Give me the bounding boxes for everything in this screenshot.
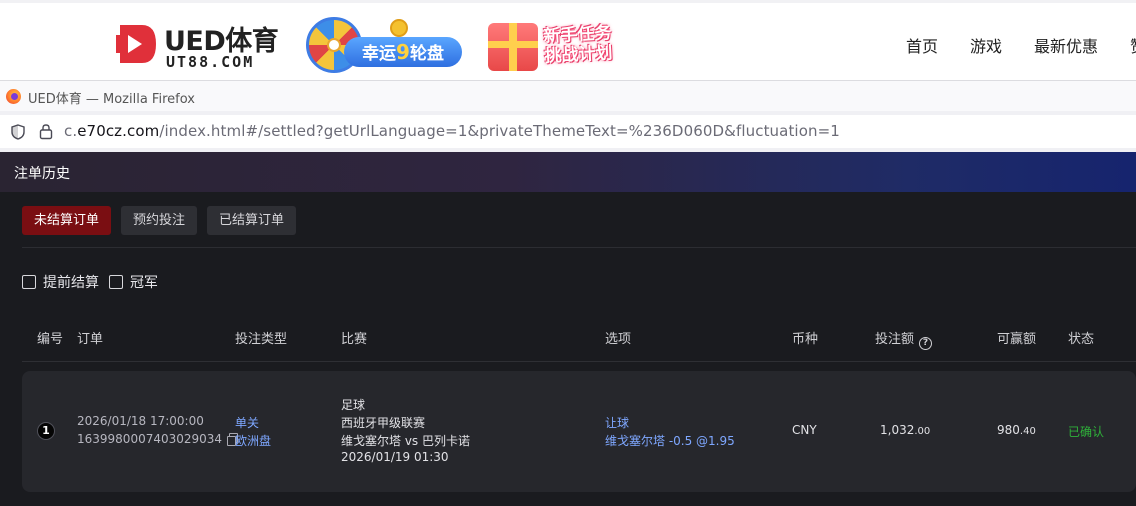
league: 西班牙甲级联赛 bbox=[341, 416, 426, 430]
col-selection: 选项 bbox=[605, 332, 632, 347]
window-title: UED体育 — Mozilla Firefox bbox=[28, 92, 195, 107]
col-stake-label: 投注额 bbox=[875, 332, 915, 347]
col-order: 订单 bbox=[77, 332, 104, 347]
pick: 维戈塞尔塔 -0.5 @1.95 bbox=[605, 434, 735, 448]
table-header: 编号 订单 投注类型 比赛 选项 币种 投注额? 可赢额 状态 bbox=[0, 320, 1136, 360]
tab-settled[interactable]: 已结算订单 bbox=[207, 206, 297, 235]
wheel-hub bbox=[327, 38, 341, 52]
url-path: /index.html#/settled?getUrlLanguage=1&pr… bbox=[159, 122, 840, 140]
url-text[interactable]: c.e70cz.com/index.html#/settled?getUrlLa… bbox=[64, 122, 840, 140]
ued-logo-icon bbox=[116, 25, 156, 63]
nav-item-games[interactable]: 游戏 bbox=[970, 33, 1002, 57]
sport: 足球 bbox=[341, 398, 366, 412]
nav-item-home[interactable]: 首页 bbox=[906, 33, 938, 57]
payout-amount: 980.40 bbox=[997, 423, 1036, 437]
col-currency: 币种 bbox=[792, 332, 819, 347]
bet-history-app: 注单历史 未结算订单 预约投注 已结算订单 提前结算 冠军 编号 订单 投注类型… bbox=[0, 152, 1136, 506]
newbie-task-banner[interactable]: 新手任务 挑战计划 bbox=[488, 15, 668, 77]
col-index: 编号 bbox=[37, 332, 64, 347]
nav-item-sponsor[interactable]: 赞 bbox=[1130, 33, 1136, 57]
shield-icon[interactable] bbox=[10, 124, 26, 140]
match-time: 2026/01/19 01:30 bbox=[341, 450, 449, 464]
stake-int: 1,032 bbox=[880, 423, 915, 437]
url-prefix: c. bbox=[64, 122, 78, 140]
browser-url-bar: c.e70cz.com/index.html#/settled?getUrlLa… bbox=[0, 111, 1136, 152]
filter-bar: 提前结算 冠军 bbox=[22, 272, 168, 292]
order-tabs: 未结算订单 预约投注 已结算订单 bbox=[22, 206, 306, 235]
site-header: UED体育 UT88.COM 幸运9轮盘 新手任务 挑战计划 首页 游戏 最新优… bbox=[0, 0, 1136, 80]
outright-label: 冠军 bbox=[130, 275, 158, 291]
row-index-badge: 1 bbox=[37, 422, 55, 440]
lucky-wheel-banner[interactable]: 幸运9轮盘 bbox=[306, 17, 464, 75]
gift-box-icon bbox=[488, 23, 538, 71]
col-stake: 投注额? bbox=[875, 328, 933, 350]
url-host: e70cz.com bbox=[77, 122, 160, 140]
tab-unsettled[interactable]: 未结算订单 bbox=[22, 206, 112, 235]
order-id: 1639980007403029034 bbox=[77, 432, 239, 446]
odds-type: 欧洲盘 bbox=[235, 434, 272, 448]
lock-icon[interactable] bbox=[38, 123, 54, 140]
coin-icon bbox=[390, 19, 408, 37]
stake-amount: 1,032.00 bbox=[880, 423, 930, 437]
teams: 维戈塞尔塔 vs 巴列卡诺 bbox=[341, 434, 470, 448]
bet-type: 单关 bbox=[235, 416, 260, 430]
nav-item-promotions[interactable]: 最新优惠 bbox=[1034, 33, 1098, 57]
col-payout: 可赢额 bbox=[997, 332, 1037, 347]
outright-checkbox[interactable] bbox=[109, 275, 123, 289]
table-row[interactable]: 1 2026/01/18 17:00:00 163998000740302903… bbox=[22, 371, 1136, 492]
browser-title-bar: UED体育 — Mozilla Firefox bbox=[0, 80, 1136, 111]
site-nav: 首页 游戏 最新优惠 赞 bbox=[906, 33, 1136, 57]
help-icon[interactable]: ? bbox=[919, 337, 933, 350]
order-time: 2026/01/18 17:00:00 bbox=[77, 414, 204, 428]
filter-early-settlement[interactable]: 提前结算 bbox=[22, 272, 99, 292]
tabs-divider bbox=[22, 247, 1136, 248]
page-header: 注单历史 bbox=[0, 152, 1136, 192]
early-settlement-label: 提前结算 bbox=[43, 275, 99, 291]
status-badge: 已确认 bbox=[1068, 425, 1105, 439]
task-banner-line2: 挑战计划 bbox=[544, 43, 614, 67]
lucky-wheel-label: 幸运9轮盘 bbox=[344, 37, 462, 67]
firefox-icon bbox=[6, 89, 21, 104]
page-title: 注单历史 bbox=[14, 166, 70, 182]
early-settlement-checkbox[interactable] bbox=[22, 275, 36, 289]
col-status: 状态 bbox=[1068, 332, 1095, 347]
url-field[interactable]: c.e70cz.com/index.html#/settled?getUrlLa… bbox=[0, 115, 1136, 148]
tab-scheduled[interactable]: 预约投注 bbox=[121, 206, 198, 235]
filter-outright[interactable]: 冠军 bbox=[109, 272, 158, 292]
payout-int: 980 bbox=[997, 423, 1020, 437]
col-bet-type[interactable]: 投注类型 bbox=[235, 328, 287, 347]
payout-dec: .40 bbox=[1019, 426, 1036, 437]
col-match: 比赛 bbox=[341, 332, 368, 347]
header-divider bbox=[22, 361, 1136, 362]
currency: CNY bbox=[792, 423, 817, 437]
logo-subtitle: UT88.COM bbox=[166, 53, 255, 71]
wheel-text-nine: 9 bbox=[396, 40, 410, 64]
order-id-text: 1639980007403029034 bbox=[77, 432, 223, 446]
site-logo[interactable]: UED体育 UT88.COM bbox=[112, 19, 292, 73]
stake-dec: .00 bbox=[914, 426, 931, 437]
task-banner-text: 新手任务 挑战计划 bbox=[543, 23, 613, 67]
market: 让球 bbox=[605, 416, 630, 430]
wheel-text-a: 幸运 bbox=[362, 44, 397, 64]
wheel-text-b: 轮盘 bbox=[409, 44, 444, 64]
